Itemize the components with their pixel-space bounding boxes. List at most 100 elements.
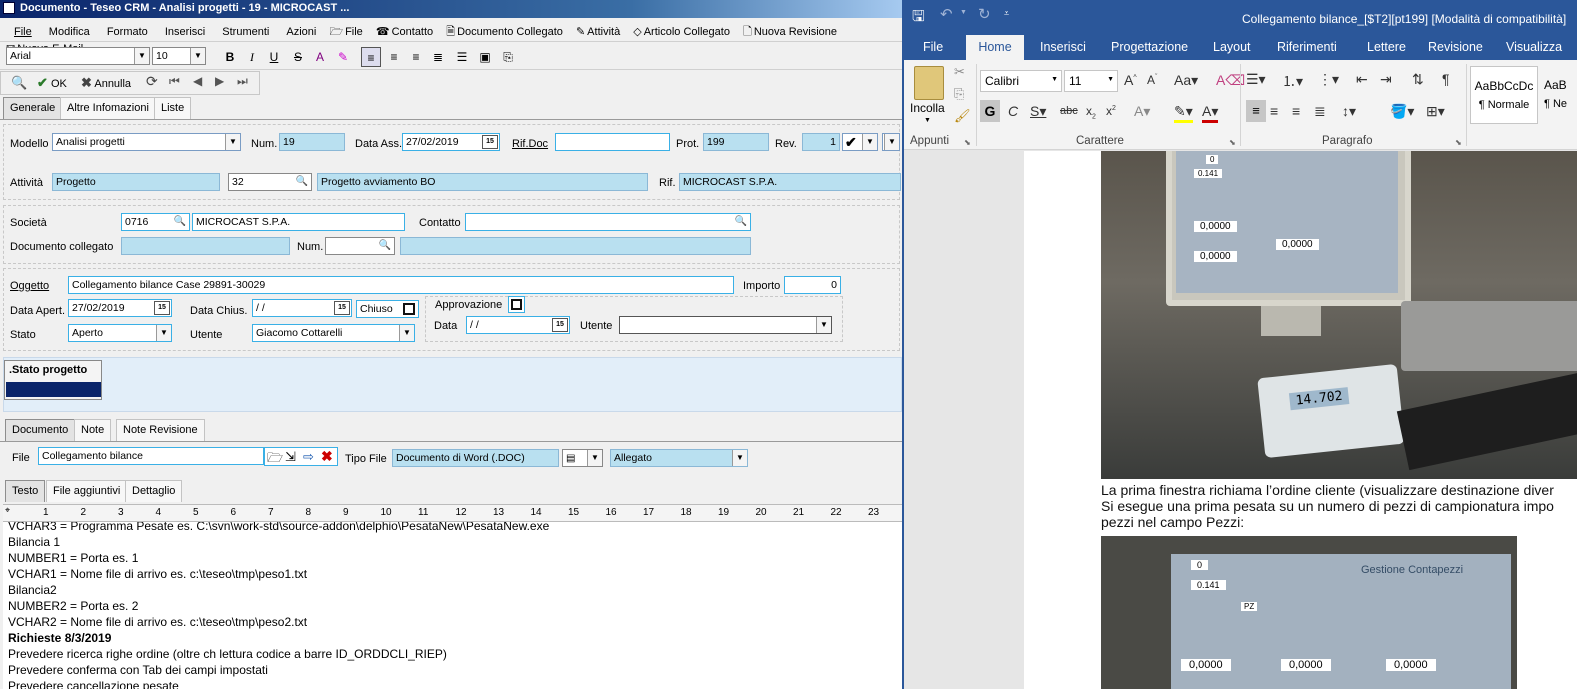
font-color-icon[interactable]: A▾ — [1202, 103, 1219, 123]
bold-button[interactable]: B — [220, 47, 240, 67]
dialog-launcher-icon[interactable]: ⬊ — [1229, 138, 1236, 147]
export-icon[interactable]: ⇨ — [303, 449, 314, 465]
next-record-icon[interactable]: ▶ — [215, 74, 224, 88]
prot-field[interactable]: 199 — [703, 133, 769, 151]
word-font-size-select[interactable]: 11 ▼ — [1064, 70, 1118, 92]
tb-doc-collegato-button[interactable]: 🗎 Documento Collegato — [446, 23, 563, 42]
menu-azioni[interactable]: Azioni — [286, 26, 316, 38]
tipo-file-field[interactable]: Documento di Word (.DOC) — [392, 449, 559, 467]
italic-button[interactable]: C — [1008, 103, 1018, 119]
doc-desc-field[interactable] — [400, 237, 751, 255]
copy-icon[interactable]: ⎘ — [954, 86, 964, 102]
font-size-select[interactable]: 10 ▼ — [152, 47, 206, 65]
allegato-select[interactable]: Allegato ▼ — [610, 449, 748, 467]
paste-button[interactable]: Incolla — [910, 101, 945, 115]
align-right-button[interactable]: ≡ — [1292, 103, 1300, 119]
contatto-field[interactable]: 🔍 — [465, 213, 751, 231]
search-icon[interactable]: 🔍 — [377, 239, 393, 253]
attivita-desc-field[interactable]: Progetto avviamento BO — [317, 173, 648, 191]
approvazione-utente-select[interactable]: ▼ — [619, 316, 832, 334]
text-effects-icon[interactable]: A▾ — [1134, 103, 1150, 120]
underline-button[interactable]: U — [264, 47, 284, 67]
highlight-button[interactable]: ✎ — [333, 47, 353, 67]
word-tab-riferimenti[interactable]: Riferimenti — [1277, 40, 1337, 54]
doc-num-field[interactable]: 🔍 — [325, 237, 395, 255]
image-button[interactable]: ▣ — [475, 47, 495, 67]
text-editor[interactable]: VCHAR3 = Programma Pesate es. C:\svn\wor… — [3, 522, 902, 689]
bold-button[interactable]: G — [980, 100, 1000, 122]
cut-icon[interactable]: ✂ — [954, 64, 965, 80]
word-tab-progettazione[interactable]: Progettazione — [1111, 40, 1188, 54]
tab-note[interactable]: Note — [74, 419, 112, 441]
italic-button[interactable]: I — [242, 47, 262, 67]
tab-testo[interactable]: Testo — [5, 480, 46, 502]
file-field[interactable]: Collegamento bilance — [38, 447, 264, 465]
redo-icon[interactable]: ↻ — [978, 5, 991, 23]
word-tab-inserisci[interactable]: Inserisci — [1040, 40, 1086, 54]
calendar-icon[interactable]: 15 — [154, 301, 170, 315]
menu-file[interactable]: File — [14, 26, 32, 38]
find-button[interactable]: ⎘ — [498, 47, 518, 67]
justify-button[interactable]: ≣ — [1314, 103, 1326, 120]
tab-liste[interactable]: Liste — [154, 97, 192, 119]
strike-button[interactable]: S — [288, 47, 308, 67]
data-apert-field[interactable]: 27/02/2019 15 — [68, 299, 172, 317]
dialog-launcher-icon[interactable]: ⬊ — [1455, 138, 1462, 147]
societa-code-field[interactable]: 0716 🔍 — [121, 213, 190, 231]
modello-select[interactable]: Analisi progetti ▼ — [52, 133, 241, 151]
attivita-type-field[interactable]: Progetto — [52, 173, 220, 191]
last-record-icon[interactable]: ⏭ — [237, 74, 248, 89]
calendar-icon[interactable]: 15 — [482, 135, 498, 149]
open-folder-icon[interactable]: 🗁 — [267, 449, 283, 471]
tb-file-button[interactable]: 🗁 File — [329, 23, 362, 42]
import-icon[interactable]: ⇲ — [285, 449, 296, 465]
list-button[interactable]: ☰ — [452, 47, 472, 67]
tipo-file-icon-select[interactable]: ▤ ▼ — [562, 449, 603, 467]
align-center-button[interactable]: ≡ — [384, 47, 404, 67]
calendar-icon[interactable]: 15 — [552, 318, 568, 332]
data-ass-field[interactable]: 27/02/2019 15 — [402, 133, 500, 151]
justify-button[interactable]: ≣ — [428, 47, 448, 67]
search-icon[interactable]: 🔍 — [733, 215, 749, 229]
rif-doc-field[interactable] — [555, 133, 670, 151]
underline-button[interactable]: S▾ — [1030, 103, 1046, 120]
first-record-icon[interactable]: ⏮ — [169, 74, 180, 89]
doc-collegato-field[interactable] — [121, 237, 290, 255]
chiuso-checkbox[interactable]: Chiuso — [356, 300, 419, 318]
word-tab-home[interactable]: Home — [966, 35, 1024, 61]
align-right-button[interactable]: ≡ — [406, 47, 426, 67]
num-field[interactable]: 19 — [279, 133, 345, 151]
tab-altre-informazioni[interactable]: Altre Infomazioni — [60, 97, 156, 119]
paste-icon[interactable] — [914, 66, 944, 100]
stato-select[interactable]: Aperto ▼ — [68, 324, 172, 342]
prev-record-icon[interactable]: ◀ — [193, 74, 202, 88]
search-icon[interactable]: 🔍 — [11, 75, 27, 91]
shrink-font-icon[interactable]: Aˇ — [1147, 73, 1157, 87]
tab-stop-icon[interactable]: ⌖ — [5, 505, 10, 516]
rif-field[interactable]: MICROCAST S.P.A. — [679, 173, 901, 191]
grow-font-icon[interactable]: A^ — [1124, 72, 1137, 88]
show-marks-icon[interactable]: ¶ — [1442, 71, 1450, 87]
cancel-button[interactable]: ✖ Annulla — [81, 75, 131, 91]
utente-select[interactable]: Giacomo Cottarelli ▼ — [252, 324, 415, 342]
approvazione-checkbox[interactable] — [508, 296, 525, 313]
oggetto-field[interactable]: Collegamento bilance Case 29891-30029 — [68, 276, 734, 294]
menu-strumenti[interactable]: Strumenti — [222, 26, 269, 38]
multilevel-icon[interactable]: ⋮▾ — [1318, 71, 1339, 88]
align-left-button[interactable]: ≡ — [361, 47, 381, 67]
font-color-button[interactable]: A — [310, 47, 330, 67]
menu-formato[interactable]: Formato — [107, 26, 148, 38]
line-spacing-icon[interactable]: ↕▾ — [1342, 103, 1356, 120]
rev-extra-select[interactable]: ▼ — [882, 133, 900, 151]
tab-generale[interactable]: Generale — [3, 97, 63, 119]
word-page[interactable]: 0 0.141 0,0000 0,0000 0,0000 14.702 La p… — [1024, 151, 1577, 689]
approvazione-data-field[interactable]: / /15 — [466, 316, 570, 334]
tab-documento[interactable]: Documento — [5, 419, 76, 441]
decrease-indent-icon[interactable]: ⇤ — [1356, 71, 1368, 88]
customize-qat-icon[interactable]: ⩡ — [1004, 8, 1009, 19]
word-tab-visualizza[interactable]: Visualizza — [1506, 40, 1562, 54]
font-name-select[interactable]: Arial ▼ — [6, 47, 150, 65]
word-tab-revisione[interactable]: Revisione — [1428, 40, 1483, 54]
word-font-name-select[interactable]: Calibri ▼ — [980, 70, 1062, 92]
ok-button[interactable]: ✔ OK — [37, 75, 67, 91]
